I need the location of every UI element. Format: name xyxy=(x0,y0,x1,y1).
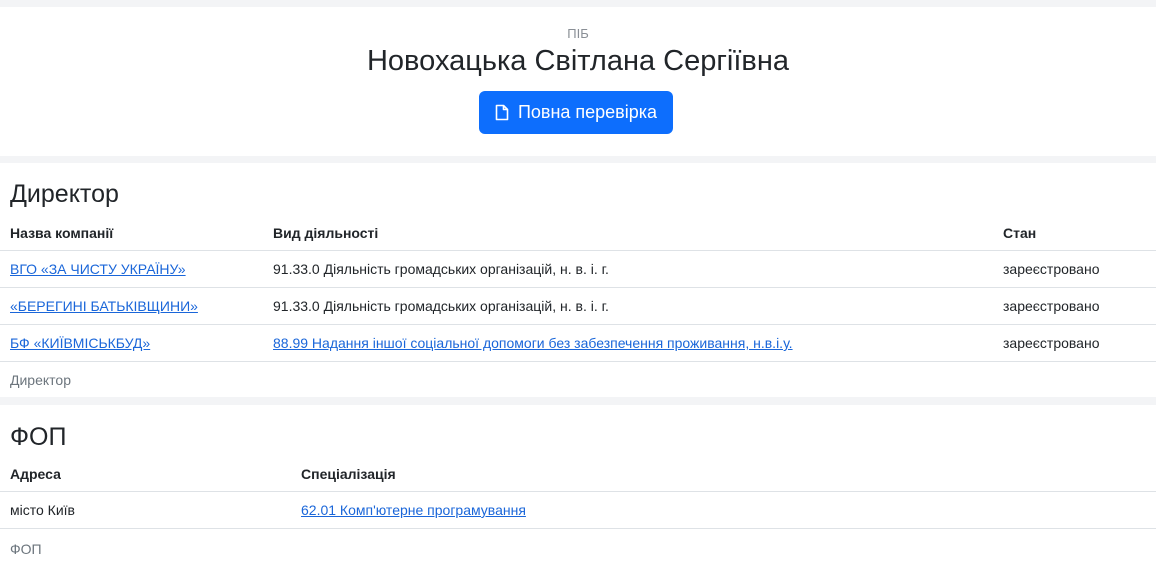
table-row: місто Київ 62.01 Комп'ютерне програмуван… xyxy=(0,491,1156,529)
director-table-header: Назва компанії Вид діяльності Стан xyxy=(0,215,1156,251)
director-section: Директор Назва компанії Вид діяльності С… xyxy=(0,163,1156,397)
company-cell: ВГО «ЗА ЧИСТУ УКРАЇНУ» xyxy=(0,250,263,288)
column-header-company: Назва компанії xyxy=(0,215,263,251)
director-table: Назва компанії Вид діяльності Стан ВГО «… xyxy=(0,215,1156,362)
company-link[interactable]: «БЕРЕГИНІ БАТЬКІВЩИНИ» xyxy=(10,298,198,314)
fop-section-footer: ФОП xyxy=(10,541,42,557)
activity-cell: 91.33.0 Діяльність громадських організац… xyxy=(263,287,993,325)
column-header-status: Стан xyxy=(993,215,1156,251)
fop-table: Адреса Спеціалізація місто Київ 62.01 Ко… xyxy=(0,456,1156,529)
status-cell: зареєстровано xyxy=(993,324,1156,362)
column-header-specialization: Спеціалізація xyxy=(291,456,1156,492)
full-check-button-label: Повна перевірка xyxy=(517,102,658,122)
column-header-address: Адреса xyxy=(0,456,291,492)
status-cell: зареєстровано xyxy=(993,250,1156,288)
company-link[interactable]: ВГО «ЗА ЧИСТУ УКРАЇНУ» xyxy=(10,261,186,277)
person-full-name: Новохацька Світлана Сергіївна xyxy=(366,45,789,77)
activity-link[interactable]: 88.99 Надання іншої соціальної допомоги … xyxy=(273,335,793,351)
table-row: ВГО «ЗА ЧИСТУ УКРАЇНУ» 91.33.0 Діяльніст… xyxy=(0,250,1156,288)
document-icon xyxy=(495,104,509,121)
full-check-button[interactable]: Повна перевірка xyxy=(479,91,673,134)
fop-section: ФОП Адреса Спеціалізація місто Київ 62.0… xyxy=(0,405,1156,565)
specialization-cell: 62.01 Комп'ютерне програмування xyxy=(291,491,1156,529)
director-section-title: Директор xyxy=(10,180,119,208)
column-header-activity: Вид діяльності xyxy=(263,215,993,251)
company-link[interactable]: БФ «КИЇВМІСЬКБУД» xyxy=(10,335,150,351)
fop-section-title: ФОП xyxy=(10,423,67,451)
person-header-card: ПІБ Новохацька Світлана Сергіївна Повна … xyxy=(0,7,1156,156)
director-section-footer: Директор xyxy=(10,372,71,388)
table-row: БФ «КИЇВМІСЬКБУД» 88.99 Надання іншої со… xyxy=(0,324,1156,362)
status-cell: зареєстровано xyxy=(993,287,1156,325)
full-name-label: ПІБ xyxy=(567,26,589,41)
table-row: «БЕРЕГИНІ БАТЬКІВЩИНИ» 91.33.0 Діяльніст… xyxy=(0,287,1156,325)
company-cell: «БЕРЕГИНІ БАТЬКІВЩИНИ» xyxy=(0,287,263,325)
fop-table-header: Адреса Спеціалізація xyxy=(0,456,1156,492)
activity-cell: 91.33.0 Діяльність громадських організац… xyxy=(263,250,993,288)
activity-cell: 88.99 Надання іншої соціальної допомоги … xyxy=(263,324,993,362)
specialization-link[interactable]: 62.01 Комп'ютерне програмування xyxy=(301,502,526,518)
address-cell: місто Київ xyxy=(0,491,291,529)
page: ПІБ Новохацька Світлана Сергіївна Повна … xyxy=(0,0,1156,565)
company-cell: БФ «КИЇВМІСЬКБУД» xyxy=(0,324,263,362)
